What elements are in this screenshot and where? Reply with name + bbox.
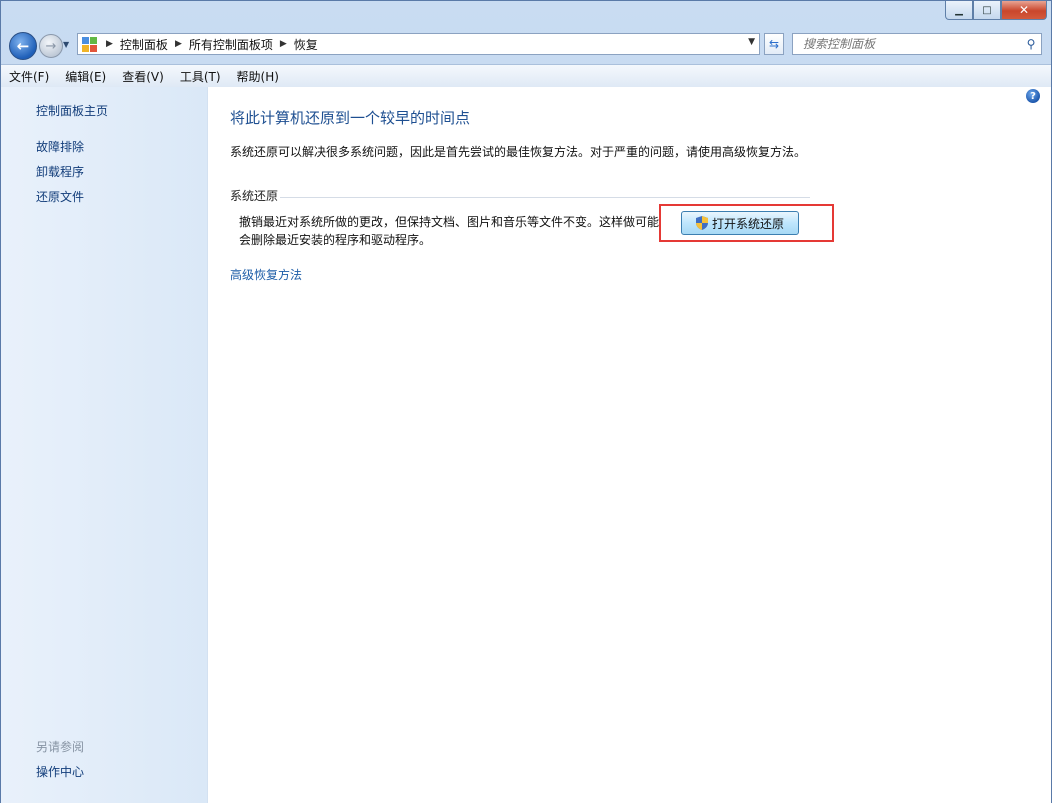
refresh-button[interactable]: ⇆ (764, 33, 784, 55)
address-row: ← → ▼ ▶ 控制面板 ▶ 所有控制面板项 ▶ 恢复 ▼ ⇆ ⚲ (1, 29, 1051, 61)
search-box[interactable]: ⚲ (792, 33, 1042, 55)
menu-edit[interactable]: 编辑(E) (57, 68, 114, 85)
maximize-button[interactable]: □ (973, 1, 1001, 20)
open-system-restore-label: 打开系统还原 (711, 216, 784, 231)
address-dropdown-icon[interactable]: ▼ (748, 37, 755, 47)
breadcrumb-recovery[interactable]: 恢复 (294, 36, 318, 53)
sidebar: 控制面板主页 故障排除 卸载程序 还原文件 另请参阅 操作中心 (1, 87, 208, 803)
window-controls: ▁ □ ✕ (945, 1, 1047, 20)
content-area: 控制面板主页 故障排除 卸载程序 还原文件 另请参阅 操作中心 ? 将此计算机还… (1, 87, 1051, 803)
breadcrumb-separator-icon[interactable]: ▶ (106, 39, 113, 49)
control-panel-icon (81, 36, 99, 52)
breadcrumb-separator-icon[interactable]: ▶ (175, 39, 182, 49)
open-system-restore-button[interactable]: 打开系统还原 (681, 211, 799, 235)
forward-arrow-icon: → (45, 38, 57, 54)
back-button[interactable]: ← (9, 32, 37, 60)
intro-text: 系统还原可以解决很多系统问题，因此是首先尝试的最佳恢复方法。对于严重的问题，请使… (230, 145, 807, 159)
breadcrumb-separator-icon[interactable]: ▶ (280, 39, 287, 49)
sidebar-action-center[interactable]: 操作中心 (36, 763, 84, 780)
menu-file[interactable]: 文件(F) (1, 68, 57, 85)
menu-view[interactable]: 查看(V) (114, 68, 172, 85)
section-divider (280, 197, 810, 198)
page-title: 将此计算机还原到一个较早的时间点 (230, 109, 471, 127)
window-frame: ▁ □ ✕ ← → ▼ ▶ 控制面板 ▶ 所有控制面板项 ▶ 恢复 ▼ ⇆ 搜索… (0, 0, 1052, 803)
sidebar-restore-files[interactable]: 还原文件 (36, 188, 84, 205)
recent-pages-dropdown[interactable]: ▼ (63, 40, 69, 49)
breadcrumb: ▶ 控制面板 ▶ 所有控制面板项 ▶ 恢复 (99, 36, 318, 53)
breadcrumb-all-items[interactable]: 所有控制面板项 (189, 36, 273, 53)
menu-tools[interactable]: 工具(T) (172, 68, 229, 85)
system-restore-description: 撤销最近对系统所做的更改，但保持文档、图片和音乐等文件不变。这样做可能 会删除最… (239, 213, 679, 249)
uac-shield-icon (695, 216, 708, 230)
main-panel: ? 将此计算机还原到一个较早的时间点 系统还原可以解决很多系统问题，因此是首先尝… (208, 87, 1051, 803)
search-input[interactable] (801, 36, 1021, 52)
description-line-1: 撤销最近对系统所做的更改，但保持文档、图片和音乐等文件不变。这样做可能 (239, 215, 660, 229)
menu-bar: 文件(F) 编辑(E) 查看(V) 工具(T) 帮助(H) (1, 64, 1051, 88)
help-icon[interactable]: ? (1026, 89, 1040, 103)
sidebar-uninstall-program[interactable]: 卸载程序 (36, 163, 84, 180)
close-button[interactable]: ✕ (1001, 1, 1047, 20)
address-bar[interactable]: ▶ 控制面板 ▶ 所有控制面板项 ▶ 恢复 ▼ (77, 33, 760, 55)
sidebar-troubleshooting[interactable]: 故障排除 (36, 138, 84, 155)
sidebar-control-panel-home[interactable]: 控制面板主页 (36, 102, 108, 119)
search-icon[interactable]: ⚲ (1021, 37, 1041, 51)
description-line-2: 会删除最近安装的程序和驱动程序。 (239, 233, 432, 247)
section-title-system-restore: 系统还原 (230, 189, 279, 203)
forward-button[interactable]: → (39, 34, 63, 58)
sidebar-see-also-heading: 另请参阅 (36, 740, 85, 754)
advanced-recovery-link[interactable]: 高级恢复方法 (230, 266, 302, 283)
breadcrumb-control-panel[interactable]: 控制面板 (120, 36, 168, 53)
back-arrow-icon: ← (16, 37, 30, 55)
minimize-button[interactable]: ▁ (945, 1, 973, 20)
menu-help[interactable]: 帮助(H) (229, 68, 287, 85)
refresh-icon: ⇆ (768, 37, 780, 51)
title-bar[interactable]: ▁ □ ✕ (1, 1, 1051, 27)
